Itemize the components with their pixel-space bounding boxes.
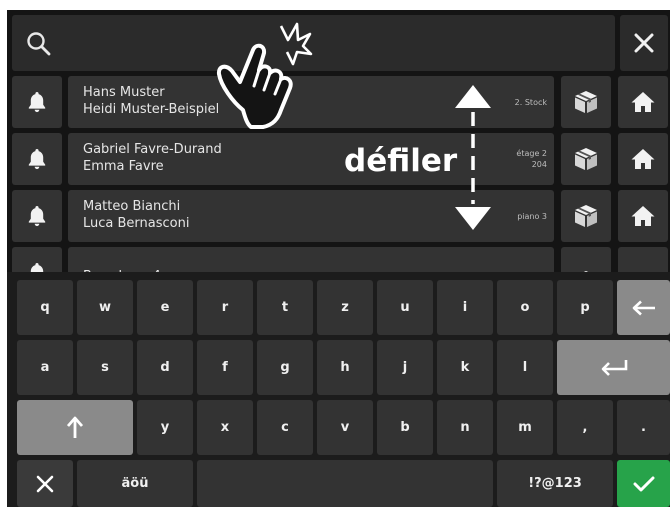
resident-name-primary: Matteo Bianchi bbox=[83, 199, 181, 214]
search-input[interactable] bbox=[66, 25, 596, 61]
ring-bell-button[interactable] bbox=[12, 190, 62, 242]
key-k[interactable]: k bbox=[437, 340, 493, 395]
key-b[interactable]: b bbox=[377, 400, 433, 455]
key-w[interactable]: w bbox=[77, 280, 133, 335]
space-key[interactable] bbox=[197, 460, 493, 507]
backspace-icon bbox=[632, 300, 655, 315]
resident-name-secondary: Emma Favre bbox=[83, 159, 164, 174]
location-line-1: 2. Stock bbox=[514, 97, 547, 107]
enter-key[interactable] bbox=[557, 340, 670, 395]
key-l[interactable]: l bbox=[497, 340, 553, 395]
key-h[interactable]: h bbox=[317, 340, 373, 395]
key-g[interactable]: g bbox=[257, 340, 313, 395]
key-comma[interactable]: , bbox=[557, 400, 613, 455]
ring-bell-button[interactable] bbox=[12, 76, 62, 128]
resident-name-primary: Hans Muster bbox=[83, 85, 165, 100]
bell-icon bbox=[28, 149, 46, 170]
resident-row: Hans Muster Heidi Muster-Beispiel 2. Sto… bbox=[12, 76, 668, 128]
bell-icon bbox=[28, 206, 46, 227]
close-icon bbox=[36, 475, 54, 492]
package-icon bbox=[575, 205, 597, 227]
shift-icon bbox=[66, 416, 84, 438]
key-n[interactable]: n bbox=[437, 400, 493, 455]
home-button[interactable] bbox=[618, 190, 668, 242]
location-line-2: 204 bbox=[531, 160, 547, 169]
checkmark-icon bbox=[633, 476, 654, 491]
key-c[interactable]: c bbox=[257, 400, 313, 455]
key-a[interactable]: a bbox=[17, 340, 73, 395]
search-icon bbox=[27, 32, 51, 56]
key-i[interactable]: i bbox=[437, 280, 493, 335]
resident-row: Matteo Bianchi Luca Bernasconi piano 3 bbox=[12, 190, 668, 242]
close-search-button[interactable] bbox=[620, 15, 668, 71]
key-q[interactable]: q bbox=[17, 280, 73, 335]
package-button[interactable] bbox=[561, 133, 611, 185]
resident-location: piano 3 bbox=[477, 190, 547, 242]
close-icon bbox=[634, 33, 654, 53]
resident-info[interactable]: Gabriel Favre-Durand Emma Favre étage 2 … bbox=[68, 133, 554, 185]
package-button[interactable] bbox=[561, 76, 611, 128]
key-z[interactable]: z bbox=[317, 280, 373, 335]
key-period[interactable]: . bbox=[617, 400, 670, 455]
key-v[interactable]: v bbox=[317, 400, 373, 455]
key-m[interactable]: m bbox=[497, 400, 553, 455]
resident-location: étage 2 204 bbox=[477, 133, 547, 185]
key-y[interactable]: y bbox=[137, 400, 193, 455]
confirm-key[interactable] bbox=[617, 460, 670, 507]
backspace-key[interactable] bbox=[617, 280, 670, 335]
key-o[interactable]: o bbox=[497, 280, 553, 335]
key-s[interactable]: s bbox=[77, 340, 133, 395]
package-icon bbox=[575, 148, 597, 170]
resident-name-primary: Gabriel Favre-Durand bbox=[83, 142, 222, 157]
key-r[interactable]: r bbox=[197, 280, 253, 335]
shift-key[interactable] bbox=[17, 400, 133, 455]
enter-icon bbox=[601, 359, 627, 376]
home-icon bbox=[631, 92, 655, 112]
umlaut-key[interactable]: äöü bbox=[77, 460, 193, 507]
resident-info[interactable]: Matteo Bianchi Luca Bernasconi piano 3 bbox=[68, 190, 554, 242]
resident-info[interactable]: Hans Muster Heidi Muster-Beispiel 2. Sto… bbox=[68, 76, 554, 128]
app-screen: Hans Muster Heidi Muster-Beispiel 2. Sto… bbox=[7, 10, 670, 507]
package-button[interactable] bbox=[561, 190, 611, 242]
bell-icon bbox=[28, 92, 46, 113]
home-button[interactable] bbox=[618, 133, 668, 185]
package-icon bbox=[575, 91, 597, 113]
home-icon bbox=[631, 206, 655, 226]
onscreen-keyboard: q w e r t z u i o p a s d f g h j k l y … bbox=[7, 272, 670, 507]
key-d[interactable]: d bbox=[137, 340, 193, 395]
key-p[interactable]: p bbox=[557, 280, 613, 335]
key-f[interactable]: f bbox=[197, 340, 253, 395]
search-bar bbox=[12, 15, 615, 71]
resident-location: 2. Stock bbox=[477, 76, 547, 128]
key-x[interactable]: x bbox=[197, 400, 253, 455]
location-line-1: piano 3 bbox=[517, 211, 547, 221]
ring-bell-button[interactable] bbox=[12, 133, 62, 185]
key-j[interactable]: j bbox=[377, 340, 433, 395]
home-icon bbox=[631, 149, 655, 169]
cancel-key[interactable] bbox=[17, 460, 73, 507]
symbols-key[interactable]: !?@123 bbox=[497, 460, 613, 507]
key-e[interactable]: e bbox=[137, 280, 193, 335]
resident-name-secondary: Heidi Muster-Beispiel bbox=[83, 102, 220, 117]
key-t[interactable]: t bbox=[257, 280, 313, 335]
resident-row: Gabriel Favre-Durand Emma Favre étage 2 … bbox=[12, 133, 668, 185]
resident-name-secondary: Luca Bernasconi bbox=[83, 216, 190, 231]
key-u[interactable]: u bbox=[377, 280, 433, 335]
location-line-1: étage 2 bbox=[516, 149, 547, 158]
home-button[interactable] bbox=[618, 76, 668, 128]
